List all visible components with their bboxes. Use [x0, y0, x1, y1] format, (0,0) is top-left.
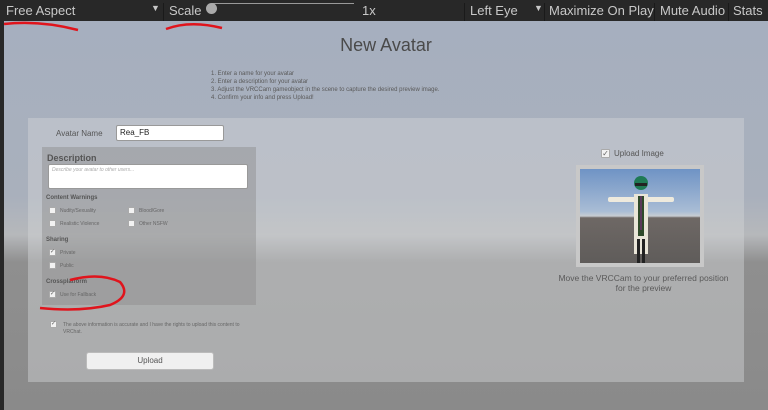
scale-slider[interactable] — [212, 3, 354, 4]
description-input[interactable]: Describe your avatar to other users... — [48, 164, 248, 189]
stats-toggle[interactable]: Stats — [733, 3, 763, 18]
fallback-checkbox[interactable]: ✓ — [49, 291, 56, 298]
chevron-down-icon[interactable]: ▼ — [151, 3, 160, 13]
avatar-name-input[interactable]: Rea_FB — [116, 125, 224, 141]
avatar-name-label: Avatar Name — [56, 129, 103, 138]
game-view: New Avatar 1. Enter a name for your avat… — [4, 21, 768, 410]
step: 4. Confirm your info and press Upload! — [211, 95, 314, 101]
terms-checkbox[interactable]: ✓ — [50, 321, 57, 328]
game-view-toolbar: Free Aspect ▼ Scale 1x Left Eye ▼ Maximi… — [0, 0, 768, 24]
step: 3. Adjust the VRCCam gameobject in the s… — [211, 87, 440, 93]
checkbox-label: Other NSFW — [139, 221, 168, 227]
upload-button[interactable]: Upload — [86, 352, 214, 370]
checkbox-label: Use for Fallback — [60, 292, 97, 298]
checkbox-label: Blood/Gore — [139, 208, 165, 214]
other-nsfw-checkbox[interactable] — [128, 220, 135, 227]
maximize-on-play-toggle[interactable]: Maximize On Play — [549, 3, 654, 18]
scale-value: 1x — [362, 3, 376, 18]
eye-dropdown[interactable]: Left Eye — [470, 3, 518, 18]
preview-caption: Move the VRCCam to your preferred positi… — [558, 273, 729, 293]
public-checkbox[interactable] — [49, 262, 56, 269]
step: 1. Enter a name for your avatar — [211, 71, 295, 77]
checkbox-label: Nudity/Sexuality — [60, 208, 96, 214]
crossplatform-heading: Crossplatform — [46, 279, 88, 285]
private-checkbox[interactable]: ✓ — [49, 249, 56, 256]
avatar-preview-image — [576, 165, 704, 267]
nudity-checkbox[interactable] — [49, 207, 56, 214]
page-title: New Avatar — [340, 35, 432, 55]
checkbox-label: Realistic Violence — [60, 221, 100, 227]
description-heading: Description — [47, 153, 97, 163]
step: 2. Enter a description for your avatar — [211, 79, 309, 85]
scale-slider-handle[interactable] — [206, 3, 217, 14]
avatar-figure — [608, 176, 674, 263]
violence-checkbox[interactable] — [49, 220, 56, 227]
blood-gore-checkbox[interactable] — [128, 207, 135, 214]
upload-image-label: Upload Image — [614, 149, 664, 158]
scale-label: Scale — [169, 3, 202, 18]
instructions: 1. Enter a name for your avatar 2. Enter… — [211, 70, 439, 102]
terms-label: The above information is accurate and I … — [63, 322, 240, 335]
checkbox-label: Private — [60, 250, 76, 256]
chevron-down-icon[interactable]: ▼ — [534, 3, 543, 13]
checkbox-label: Public — [60, 263, 74, 269]
upload-image-checkbox[interactable]: ✓ — [601, 149, 610, 158]
content-warnings-heading: Content Warnings — [46, 195, 98, 201]
aspect-dropdown[interactable]: Free Aspect — [6, 3, 75, 18]
mute-audio-toggle[interactable]: Mute Audio — [660, 3, 725, 18]
sharing-heading: Sharing — [46, 237, 69, 243]
